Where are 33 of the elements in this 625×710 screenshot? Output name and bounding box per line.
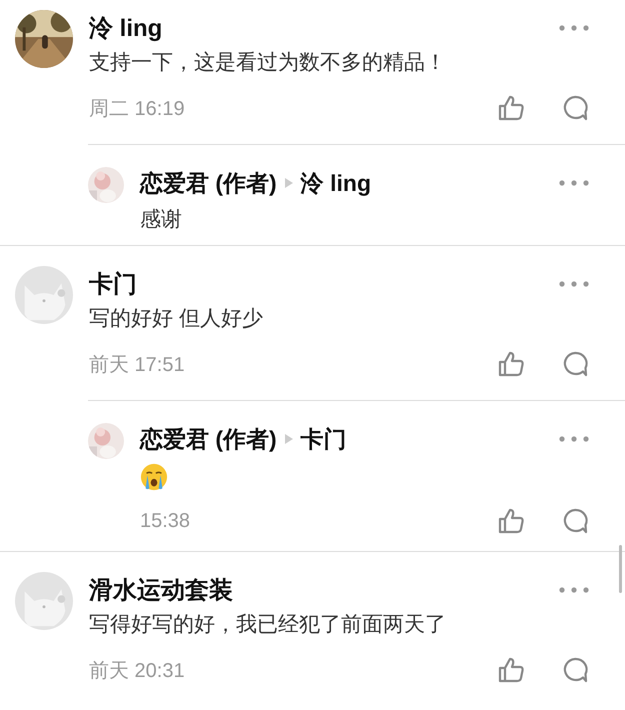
triangle-icon	[284, 178, 293, 188]
comment-text: 写的好好 但人好少	[89, 306, 264, 332]
comment-text: 支持一下，这是看过为数不多的精品！	[89, 50, 447, 76]
username: 泠 ling	[300, 168, 371, 198]
like-icon[interactable]	[497, 94, 525, 122]
triangle-icon	[284, 434, 293, 444]
more-icon[interactable]	[559, 436, 589, 442]
timestamp: 15:38	[140, 510, 190, 532]
username: 恋爱君 (作者)	[140, 424, 277, 454]
more-icon[interactable]	[559, 180, 589, 186]
avatar-icon	[15, 572, 73, 630]
like-icon[interactable]	[497, 350, 525, 378]
timestamp: 前天 20:31	[89, 658, 185, 684]
username: 卡门	[89, 270, 137, 300]
username: 恋爱君 (作者)	[140, 168, 277, 198]
like-icon[interactable]	[497, 656, 525, 684]
comment-icon[interactable]	[561, 656, 589, 684]
like-icon[interactable]	[497, 507, 525, 535]
comment-text: 写得好写的好，我已经犯了前面两天了	[89, 612, 447, 638]
avatar-icon	[15, 266, 73, 324]
more-icon[interactable]	[559, 281, 589, 287]
comment-icon[interactable]	[561, 94, 589, 122]
reply-text: 感谢	[140, 207, 183, 233]
more-icon[interactable]	[559, 587, 589, 593]
username: 滑水运动套装	[89, 576, 233, 606]
username: 泠 ling	[89, 14, 162, 44]
crying-face-icon	[140, 463, 168, 491]
comment-icon[interactable]	[561, 350, 589, 378]
username: 卡门	[300, 424, 347, 454]
more-icon[interactable]	[559, 25, 589, 31]
timestamp: 周二 16:19	[89, 96, 185, 122]
comment-icon[interactable]	[561, 507, 589, 535]
timestamp: 前天 17:51	[89, 352, 185, 378]
